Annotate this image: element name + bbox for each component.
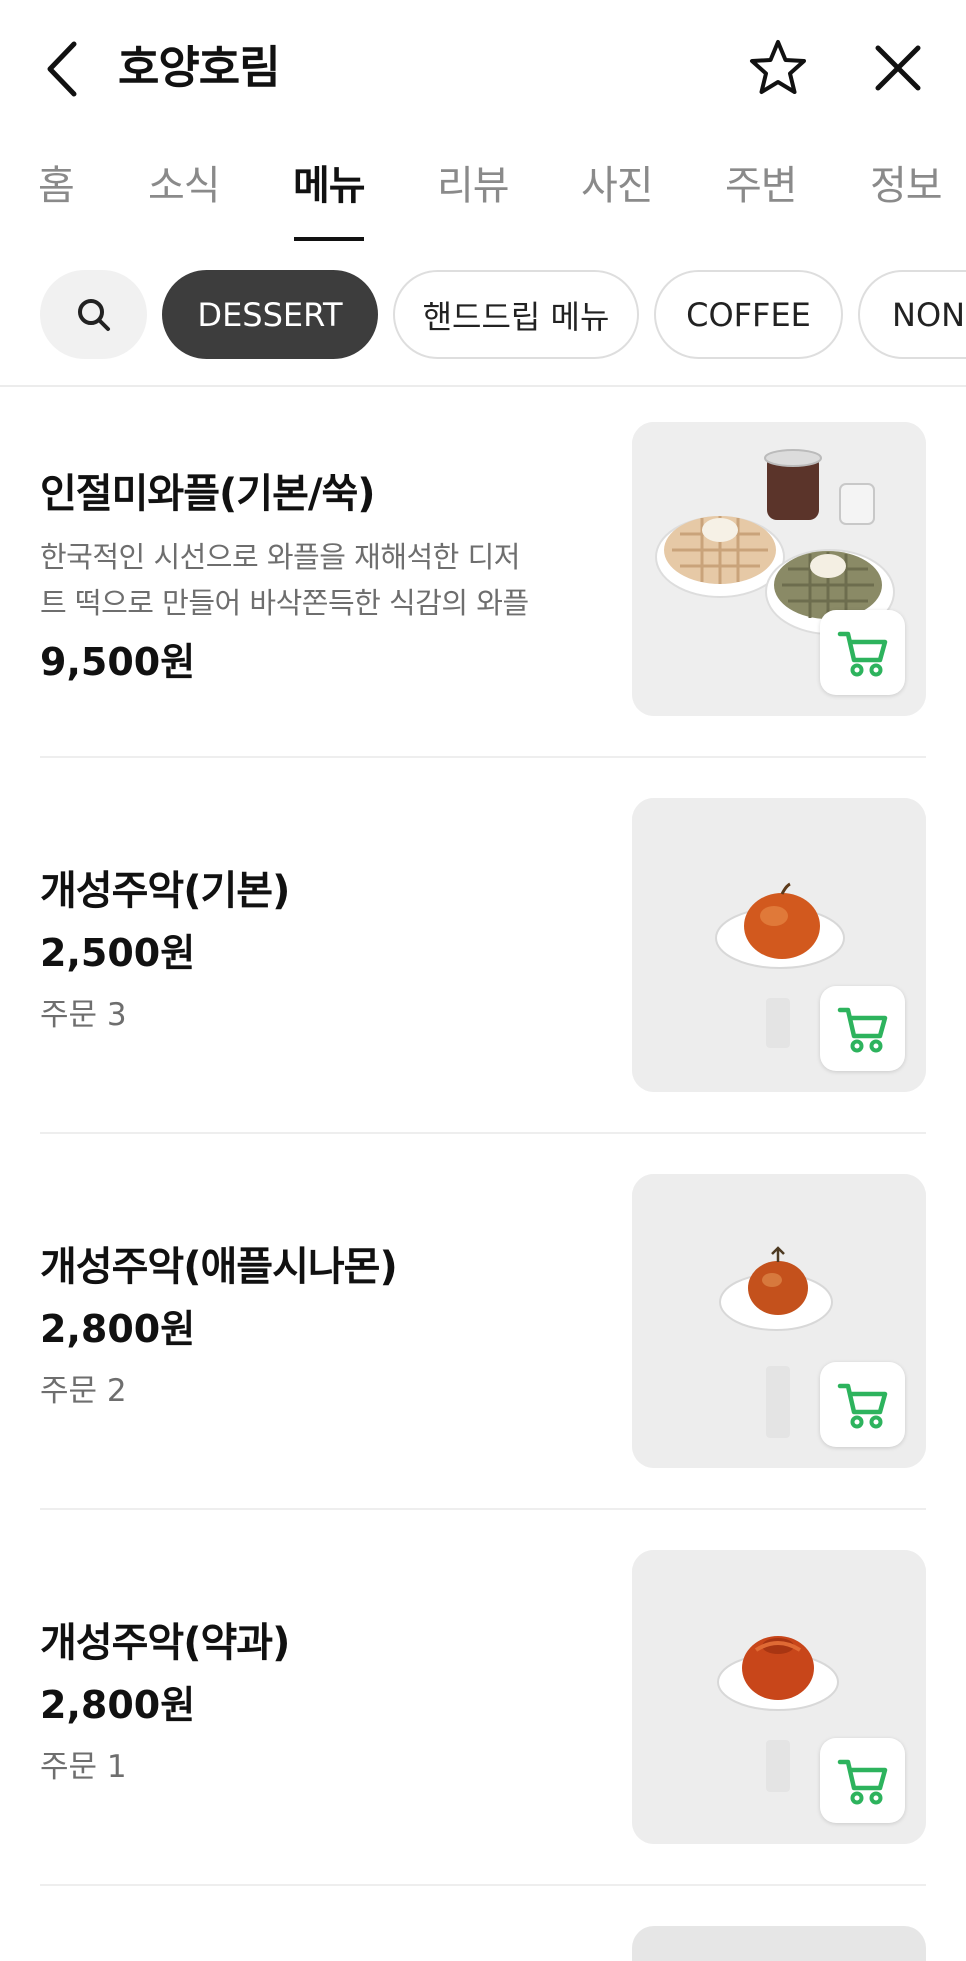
close-button[interactable] (870, 40, 926, 96)
menu-item-name: 개성주악(애플시나몬) (40, 1244, 398, 1290)
menu-item[interactable]: 인절미와플(기본/쑥) 한국적인 시선으로 와플을 재해석한 디저 트 떡으로 … (0, 387, 966, 763)
menu-item-price: 2,800원 (40, 1307, 196, 1351)
add-to-cart-button[interactable] (820, 1738, 905, 1823)
tab-photos[interactable]: 사진 (581, 160, 654, 212)
menu-item[interactable]: 개성주악(약과) 2,800원 주문 1 (0, 1515, 966, 1891)
chip-dessert[interactable]: DESSERT (162, 270, 378, 359)
tab-home[interactable]: 홈 (38, 160, 75, 212)
menu-item-name: 인절미와플(기본/쑥) (40, 471, 376, 517)
chip-non-coffee[interactable]: NON (858, 270, 966, 359)
item-divider (40, 1508, 926, 1510)
favorite-button[interactable] (748, 38, 808, 98)
menu-item-order-count: 주문 2 (40, 1373, 127, 1409)
add-to-cart-button[interactable] (820, 1362, 905, 1447)
menu-item[interactable]: 개성주악(기본) 2,500원 주문 3 (0, 763, 966, 1139)
cart-icon (837, 1759, 887, 1804)
menu-item-photo[interactable] (632, 798, 926, 1092)
add-to-cart-button[interactable] (820, 610, 905, 695)
cart-icon (837, 1383, 887, 1428)
item-divider (40, 1132, 926, 1134)
category-chips: DESSERT 핸드드립 메뉴 COFFEE NON (0, 270, 966, 360)
search-icon (77, 298, 110, 331)
menu-item-price: 2,500원 (40, 931, 196, 975)
menu-search-button[interactable] (40, 270, 147, 359)
menu-item-photo[interactable] (632, 1174, 926, 1468)
menu-item-photo[interactable] (632, 1550, 926, 1844)
menu-item-order-count: 주문 3 (40, 997, 127, 1033)
close-icon (875, 45, 921, 91)
tab-reviews[interactable]: 리뷰 (437, 160, 510, 212)
menu-item-photo[interactable] (632, 1926, 926, 1961)
add-to-cart-button[interactable] (820, 986, 905, 1071)
page-title: 호양호림 (118, 41, 281, 94)
item-divider (40, 1884, 926, 1886)
menu-item-order-count: 주문 1 (40, 1749, 127, 1785)
menu-item-description-line-1: 한국적인 시선으로 와플을 재해석한 디저 (40, 540, 520, 574)
tab-news[interactable]: 소식 (148, 160, 221, 212)
tab-menu[interactable]: 메뉴 (293, 160, 366, 212)
menu-item-name: 개성주악(기본) (40, 868, 290, 914)
menu-item-description-line-2: 트 떡으로 만들어 바삭쫀득한 식감의 와플 (40, 586, 529, 620)
item-divider (40, 756, 926, 758)
cart-icon (837, 1007, 887, 1052)
back-button[interactable] (38, 38, 88, 100)
menu-item-price: 2,800원 (40, 1683, 196, 1727)
chip-coffee[interactable]: COFFEE (654, 270, 843, 359)
menu-item-photo[interactable] (632, 422, 926, 716)
menu-item-price: 9,500원 (40, 640, 196, 684)
chip-hand-drip[interactable]: 핸드드립 메뉴 (393, 270, 639, 359)
tab-bar: 홈 소식 메뉴 리뷰 사진 주변 정보 (0, 150, 966, 242)
menu-item-name: 개성주악(약과) (40, 1620, 290, 1666)
tab-nearby[interactable]: 주변 (725, 160, 798, 212)
active-tab-indicator (294, 237, 364, 241)
star-outline-icon (750, 40, 806, 94)
top-bar: 호양호림 (0, 0, 966, 140)
cart-icon (837, 631, 887, 676)
menu-item[interactable]: 개성주악(애플시나몬) 2,800원 주문 2 (0, 1139, 966, 1515)
chevron-left-icon (47, 41, 77, 97)
tab-info[interactable]: 정보 (870, 160, 943, 212)
